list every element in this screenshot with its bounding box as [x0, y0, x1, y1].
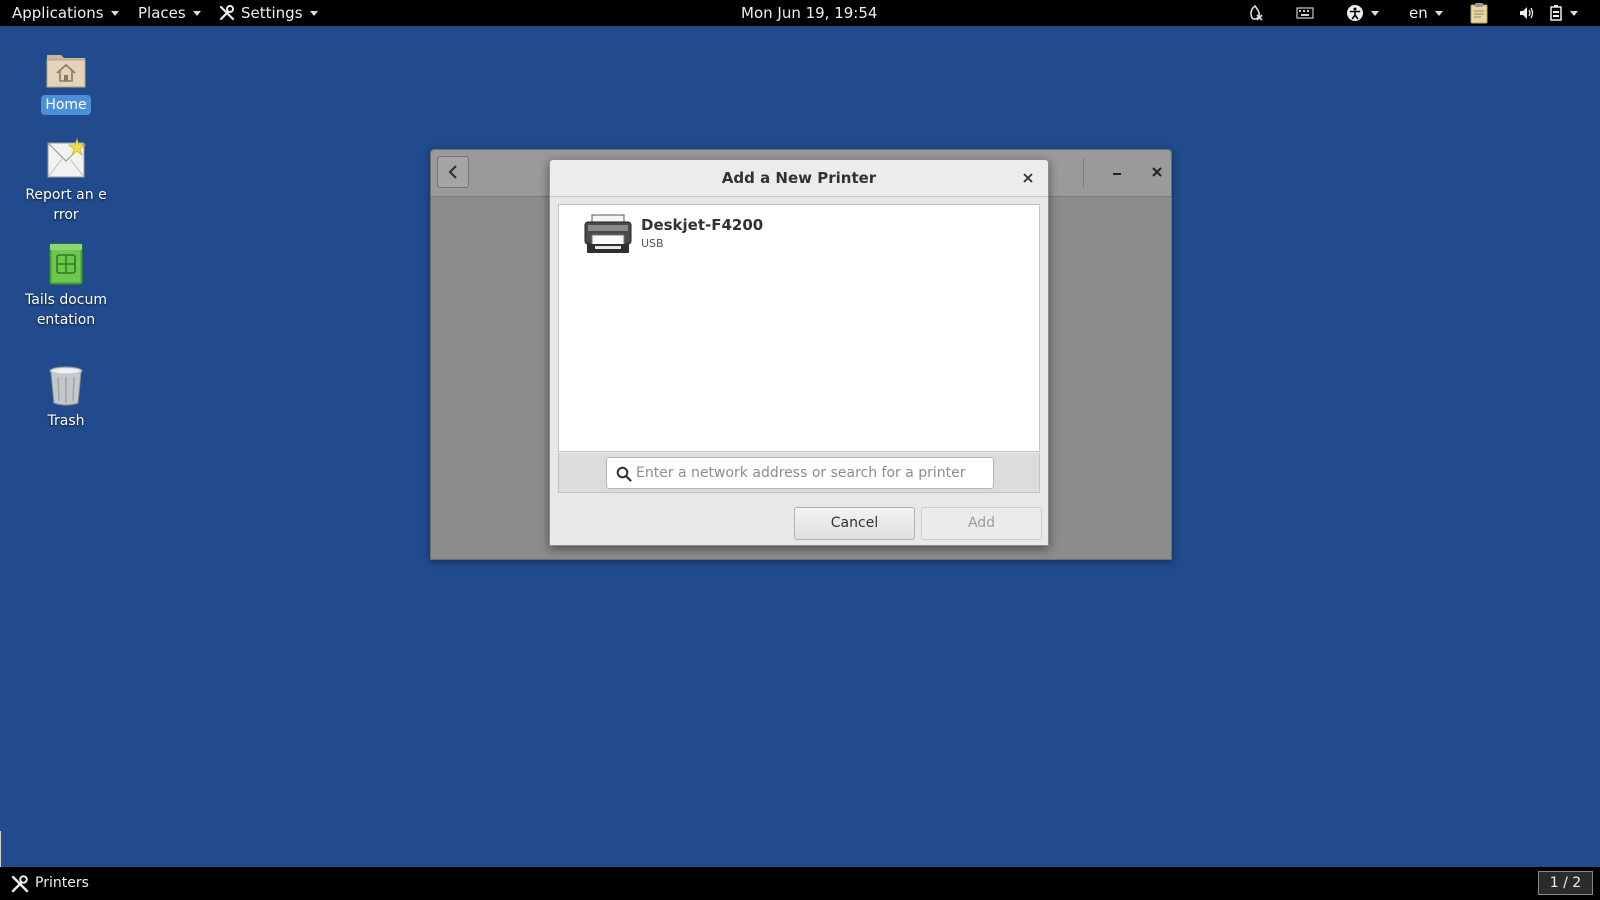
chevron-left-icon [448, 165, 457, 179]
accessibility-icon [1347, 5, 1363, 21]
tools-icon [11, 874, 29, 892]
printer-list: Deskjet-F4200 USB [558, 204, 1040, 452]
trash-icon [44, 363, 88, 407]
minimize-button[interactable] [1107, 162, 1127, 182]
taskbar-item-printers[interactable]: Printers [10, 867, 89, 900]
report-error-icon [44, 137, 88, 181]
header-separator [1083, 158, 1084, 188]
printer-search-input[interactable] [606, 457, 994, 489]
search-icon [616, 466, 632, 482]
desktop-icon-label: Home [41, 95, 91, 115]
workspace-switcher[interactable]: 1 / 2 [1538, 871, 1593, 895]
printer-connection: USB [641, 237, 664, 250]
cancel-button[interactable]: Cancel [794, 507, 915, 540]
desktop-icon-report-error[interactable]: Report an error [20, 137, 112, 225]
applications-menu[interactable]: Applications [12, 0, 119, 26]
applications-menu-label: Applications [12, 4, 104, 22]
taskbar-item-label: Printers [35, 875, 89, 891]
chevron-down-icon [1570, 10, 1578, 16]
accessibility-menu[interactable] [1346, 0, 1379, 26]
printer-list-item[interactable]: Deskjet-F4200 USB [559, 205, 1039, 263]
close-window-button[interactable] [1147, 162, 1167, 182]
system-menu[interactable] [1549, 0, 1578, 26]
battery-icon [1550, 5, 1562, 21]
language-menu[interactable]: en [1409, 0, 1443, 26]
desktop-icon-label: Tails documentation [25, 292, 107, 328]
desktop-icon-tails-documentation[interactable]: Tails documentation [20, 242, 112, 330]
search-bar [558, 453, 1040, 493]
settings-menu[interactable]: Settings [218, 0, 318, 26]
chevron-down-icon [309, 10, 318, 16]
add-printer-dialog: Add a New Printer Deskjet-F4200 USB Ente… [549, 159, 1049, 546]
back-button[interactable] [437, 156, 469, 188]
add-button[interactable]: Add [921, 507, 1042, 540]
desktop-icon-label: Report an error [25, 187, 107, 223]
desktop-icon-trash[interactable]: Trash [20, 363, 112, 431]
tor-status-icon[interactable] [1246, 0, 1264, 26]
home-folder-icon [44, 47, 88, 91]
bottom-panel: Printers 1 / 2 [0, 867, 1600, 900]
top-panel: Applications Places Settings Mon Jun 19,… [0, 0, 1600, 26]
chevron-down-icon [1371, 10, 1379, 16]
dialog-title: Add a New Printer [721, 169, 877, 187]
window-edge [0, 831, 1, 867]
desktop-icon-label: Trash [47, 413, 85, 429]
dialog-close-button[interactable] [1018, 168, 1038, 188]
close-icon [1023, 173, 1033, 183]
settings-menu-label: Settings [241, 4, 303, 22]
dialog-titlebar: Add a New Printer [550, 160, 1048, 197]
keyboard-indicator-icon[interactable] [1296, 0, 1314, 26]
clipboard-icon[interactable] [1470, 0, 1488, 26]
chevron-down-icon [192, 10, 201, 16]
printer-icon [584, 214, 632, 253]
language-label: en [1409, 4, 1428, 22]
chevron-down-icon [110, 10, 119, 16]
close-icon [1152, 167, 1162, 177]
tools-icon [219, 5, 235, 21]
desktop-icon-home[interactable]: Home [20, 47, 112, 115]
clock[interactable]: Mon Jun 19, 19:54 [741, 0, 877, 26]
tails-docs-icon [44, 242, 88, 286]
volume-icon[interactable] [1519, 0, 1535, 26]
printer-name: Deskjet-F4200 [641, 216, 764, 234]
places-menu[interactable]: Places [138, 0, 201, 26]
minimize-icon [1113, 173, 1121, 175]
places-menu-label: Places [138, 4, 186, 22]
chevron-down-icon [1434, 10, 1443, 16]
